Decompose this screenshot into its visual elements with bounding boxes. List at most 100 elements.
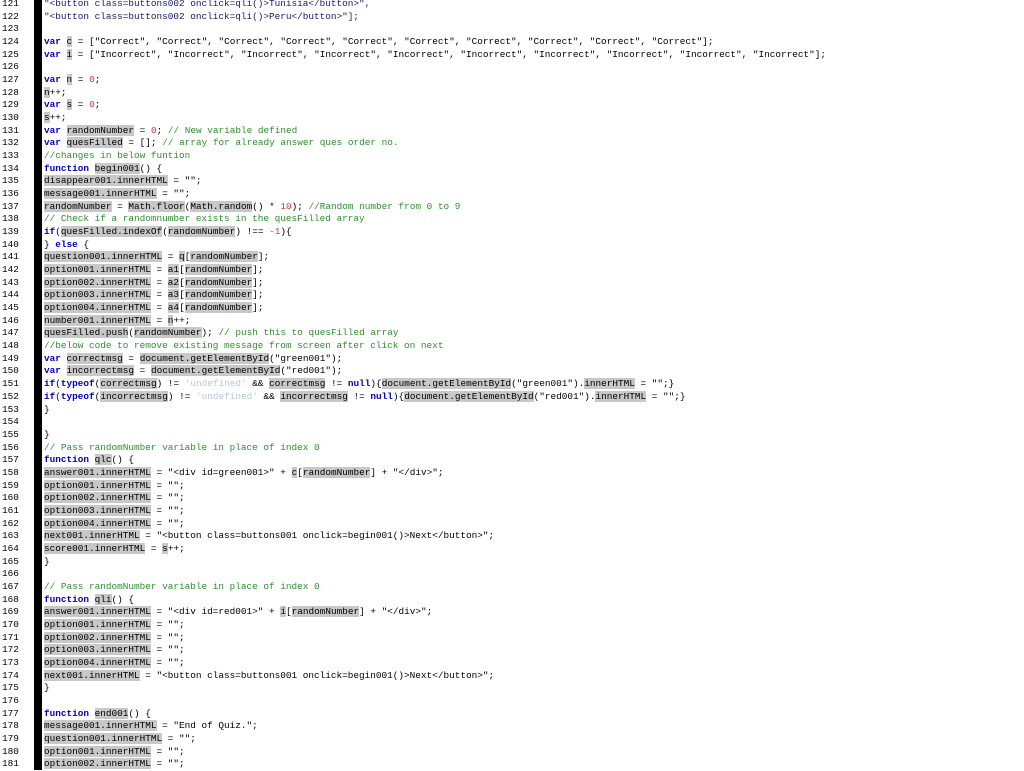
code-line[interactable]: 129 var s = 0; [0,99,1024,112]
code-line[interactable]: 163 next001.innerHTML = "<button class=bu… [0,530,1024,543]
code-line[interactable]: 168 function qli() { [0,593,1024,607]
code-line[interactable]: 126 [0,61,1024,74]
code-text[interactable]: number001.innerHTML = n++; [44,314,190,328]
code-text[interactable]: // Pass randomNumber variable in place o… [44,442,320,455]
code-line[interactable]: 150 var incorrectmsg = document.getElemen… [0,365,1024,378]
code-line[interactable]: 157 function qlc() { [0,454,1024,467]
code-text[interactable]: option002.innerHTML = a2[randomNumber]; [44,276,263,290]
code-text[interactable]: //below code to remove existing message … [44,340,443,353]
code-line[interactable]: 137 randomNumber = Math.floor(Math.random… [0,200,1024,214]
code-text[interactable]: question001.innerHTML = q[randomNumber]; [44,251,269,264]
code-line[interactable]: 162 option004.innerHTML = ""; [0,517,1024,531]
code-line[interactable]: 167 // Pass randomNumber variable in plac… [0,581,1024,594]
code-line[interactable]: 180 option001.innerHTML = ""; [0,745,1024,759]
code-text[interactable]: quesFilled.push(randomNumber); // push t… [44,327,398,340]
code-lines[interactable]: 121 "<button class=buttons002 onclick=qli… [0,0,1024,771]
code-text[interactable]: "<button class=buttons002 onclick=qli()>… [44,0,370,11]
code-text[interactable]: answer001.innerHTML = "<div id=red001>" … [44,606,432,619]
code-text[interactable]: question001.innerHTML = ""; [44,732,196,746]
code-line[interactable]: 131 var randomNumber = 0; // New variable… [0,124,1024,138]
code-text[interactable]: // Check if a randomnumber exists in the… [44,213,365,226]
code-line[interactable]: 177 function end001() { [0,707,1024,721]
code-line[interactable]: 148 //below code to remove existing messa… [0,340,1024,353]
code-text[interactable]: option003.innerHTML = ""; [44,644,185,657]
code-text[interactable]: option004.innerHTML = ""; [44,656,185,670]
code-text[interactable]: if(quesFilled.indexOf(randomNumber) !== … [44,226,292,239]
code-text[interactable]: option001.innerHTML = a1[randomNumber]; [44,264,263,277]
code-text[interactable]: var i = ["Incorrect", "Incorrect", "Inco… [44,48,826,62]
code-line[interactable]: 122 "<button class=buttons002 onclick=qli… [0,11,1024,24]
code-line[interactable]: 179 question001.innerHTML = ""; [0,732,1024,746]
code-text[interactable]: function qli() { [44,593,134,607]
code-text[interactable]: function end001() { [44,707,151,721]
code-line[interactable]: 151 if(typeof(correctmsg) != 'undefined' … [0,378,1024,391]
code-text[interactable]: n++; [44,86,67,100]
code-line[interactable]: 124 var c = ["Correct", "Correct", "Corre… [0,36,1024,49]
code-text[interactable]: message001.innerHTML = ""; [44,188,190,201]
code-line[interactable]: 123 [0,23,1024,36]
code-line[interactable]: 128 n++; [0,86,1024,100]
code-text[interactable]: function qlc() { [44,454,134,467]
code-line[interactable]: 173 option004.innerHTML = ""; [0,656,1024,670]
code-text[interactable]: if(typeof(incorrectmsg) != 'undefined' &… [44,390,686,404]
code-text[interactable]: message001.innerHTML = "End of Quiz."; [44,720,258,733]
code-line[interactable]: 136 message001.innerHTML = ""; [0,188,1024,201]
code-text[interactable]: option004.innerHTML = a4[randomNumber]; [44,302,263,315]
code-text[interactable]: next001.innerHTML = "<button class=butto… [44,530,494,543]
code-text[interactable]: score001.innerHTML = s++; [44,542,185,556]
code-line[interactable]: 158 answer001.innerHTML = "<div id=green0… [0,466,1024,480]
code-text[interactable]: //changes in below funtion [44,150,190,163]
code-text[interactable]: option004.innerHTML = ""; [44,517,185,531]
code-line[interactable]: 172 option003.innerHTML = ""; [0,644,1024,657]
code-text[interactable]: } [44,404,50,417]
code-line[interactable]: 165} [0,556,1024,569]
code-line[interactable]: 176 [0,695,1024,708]
code-line[interactable]: 143 option002.innerHTML = a2[randomNumber… [0,276,1024,290]
code-line[interactable]: 156 // Pass randomNumber variable in plac… [0,442,1024,455]
code-line[interactable]: 135 disappear001.innerHTML = ""; [0,175,1024,188]
code-line[interactable]: 133 //changes in below funtion [0,150,1024,163]
code-line[interactable]: 174 next001.innerHTML = "<button class=bu… [0,669,1024,683]
code-text[interactable]: // Pass randomNumber variable in place o… [44,581,320,594]
code-line[interactable]: 125 var i = ["Incorrect", "Incorrect", "I… [0,48,1024,62]
code-editor[interactable]: 121 "<button class=buttons002 onclick=qli… [0,0,1024,770]
code-text[interactable]: option003.innerHTML = a3[randomNumber]; [44,289,263,302]
code-text[interactable]: option002.innerHTML = ""; [44,631,185,645]
code-line[interactable]: 130 s++; [0,112,1024,125]
code-text[interactable]: function begin001() { [44,162,162,176]
code-line[interactable]: 134 function begin001() { [0,162,1024,176]
code-text[interactable]: option001.innerHTML = ""; [44,479,185,493]
code-line[interactable]: 139 if(quesFilled.indexOf(randomNumber) !… [0,226,1024,239]
code-line[interactable]: 152 if(typeof(incorrectmsg) != 'undefined… [0,390,1024,404]
code-text[interactable]: option002.innerHTML = ""; [44,492,185,505]
code-text[interactable]: var quesFilled = []; // array for alread… [44,137,398,150]
code-line[interactable]: 147 quesFilled.push(randomNumber); // pus… [0,327,1024,340]
code-line[interactable]: 142 option001.innerHTML = a1[randomNumber… [0,264,1024,277]
code-line[interactable]: 166 [0,568,1024,581]
code-text[interactable]: } [44,429,50,442]
code-text[interactable]: "<button class=buttons002 onclick=qli()>… [44,11,359,24]
code-line[interactable]: 140} else { [0,239,1024,252]
code-text[interactable]: answer001.innerHTML = "<div id=green001>… [44,466,444,480]
code-line[interactable]: 164 score001.innerHTML = s++; [0,542,1024,556]
code-line[interactable]: 138 // Check if a randomnumber exists in … [0,213,1024,226]
code-text[interactable]: option001.innerHTML = ""; [44,618,185,632]
code-text[interactable]: option003.innerHTML = ""; [44,504,185,518]
code-line[interactable]: 121 "<button class=buttons002 onclick=qli… [0,0,1024,11]
code-text[interactable]: option002.innerHTML = ""; [44,758,185,771]
code-text[interactable]: var s = 0; [44,99,100,112]
code-text[interactable]: var n = 0; [44,74,100,87]
code-text[interactable]: } [44,556,50,569]
code-text[interactable]: } else { [44,239,89,252]
code-line[interactable]: 132 var quesFilled = []; // array for alr… [0,137,1024,150]
code-text[interactable]: disappear001.innerHTML = ""; [44,175,202,188]
code-text[interactable]: option001.innerHTML = ""; [44,745,185,759]
code-text[interactable]: if(typeof(correctmsg) != 'undefined' && … [44,378,674,391]
code-line[interactable]: 175} [0,682,1024,695]
code-line[interactable]: 153} [0,404,1024,417]
code-line[interactable]: 145 option004.innerHTML = a4[randomNumber… [0,302,1024,315]
code-text[interactable]: var randomNumber = 0; // New variable de… [44,124,297,138]
code-line[interactable]: 149 var correctmsg = document.getElementB… [0,352,1024,366]
code-text[interactable]: var correctmsg = document.getElementById… [44,352,342,366]
code-line[interactable]: 155} [0,429,1024,442]
